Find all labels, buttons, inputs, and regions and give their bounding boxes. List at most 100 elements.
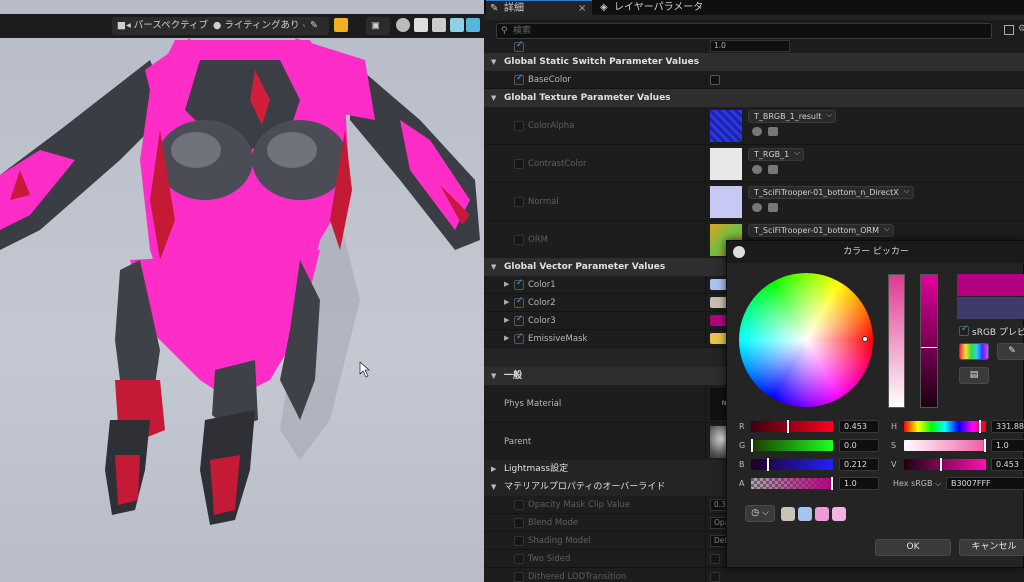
srgb-preview-checkbox[interactable] <box>959 324 969 336</box>
override-checkbox[interactable] <box>514 278 524 290</box>
channel-h-input[interactable]: 331.888 <box>991 420 1024 433</box>
lighting-dropdown[interactable]: ● ライティングあり ⌵ <box>208 17 315 35</box>
cube-blue-icon[interactable] <box>450 18 464 32</box>
checkbox[interactable] <box>514 40 524 52</box>
texture-thumbnail[interactable] <box>710 148 742 180</box>
recent-colors-dropdown[interactable]: ◷ ⌵ <box>745 505 775 522</box>
viewport[interactable]: ■◂ パースペクティブ ⌵ ● ライティングあり ⌵ ✎ ▣ <box>0 0 484 582</box>
eraser-icon[interactable] <box>414 18 428 32</box>
recent-color-swatch[interactable] <box>832 507 846 521</box>
row-label-cell: ORM <box>484 221 706 258</box>
channel-r-input[interactable]: 0.453 <box>839 420 879 433</box>
value-checkbox[interactable] <box>710 572 720 582</box>
layers-icon: ◈ <box>600 2 608 13</box>
hex-input[interactable]: B3007FFF <box>946 477 1024 490</box>
slider-thumb[interactable] <box>787 420 789 433</box>
override-checkbox[interactable] <box>514 332 524 344</box>
row-label-cell: ▶ Color3 <box>484 312 706 329</box>
saturation-slider[interactable] <box>888 274 905 408</box>
slider-thumb[interactable] <box>984 439 986 452</box>
channel-s-input[interactable]: 1.0 <box>991 439 1024 452</box>
recent-color-swatch[interactable] <box>781 507 795 521</box>
perspective-label: パースペクティブ <box>133 20 209 31</box>
snap-icon[interactable] <box>334 18 348 32</box>
override-checkbox[interactable] <box>514 554 524 564</box>
ok-button[interactable]: OK <box>875 539 951 556</box>
channel-g-input[interactable]: 0.0 <box>839 439 879 452</box>
folder-icon[interactable] <box>768 203 778 212</box>
texture-thumbnail[interactable] <box>710 186 742 218</box>
browse-icon[interactable] <box>752 127 762 136</box>
expand-arrow-icon[interactable]: ▶ <box>504 280 509 288</box>
color-themes-button[interactable] <box>959 343 989 360</box>
browse-icon[interactable] <box>752 165 762 174</box>
override-checkbox[interactable] <box>514 235 524 245</box>
slider-thumb[interactable] <box>831 477 833 490</box>
value-slider[interactable] <box>920 274 938 408</box>
channel-a-slider[interactable] <box>751 477 833 490</box>
close-icon[interactable]: × <box>578 1 586 16</box>
collapse-arrow-icon: ▼ <box>491 483 497 491</box>
channel-v-input[interactable]: 0.453 <box>991 458 1024 471</box>
channel-v-slider[interactable] <box>904 458 986 471</box>
slider-thumb[interactable] <box>940 458 942 471</box>
override-checkbox[interactable] <box>514 572 524 582</box>
dialog-title-bar[interactable]: カラー ピッカー <box>727 241 1024 263</box>
override-checkbox[interactable] <box>514 296 524 308</box>
override-checkbox[interactable] <box>514 73 524 85</box>
texture-asset-dropdown[interactable]: T_RGB_1 <box>748 147 805 161</box>
texture-asset-dropdown[interactable]: T_SciFiTrooper-01_bottom_ORM <box>748 223 894 237</box>
texture-asset-dropdown[interactable]: T_SciFiTrooper-01_bottom_n_DirectX <box>748 185 914 199</box>
override-checkbox[interactable] <box>514 121 524 131</box>
grid-view-icon[interactable] <box>1004 25 1014 35</box>
expand-arrow-icon[interactable]: ▶ <box>504 334 509 342</box>
param-label: Blend Mode <box>528 518 579 528</box>
value-slider-thumb[interactable] <box>921 347 937 348</box>
cube-icon[interactable] <box>432 18 446 32</box>
expand-arrow-icon[interactable]: ▶ <box>504 316 509 324</box>
eyedropper-button[interactable]: ✎ <box>997 343 1024 360</box>
folder-icon[interactable] <box>768 127 778 136</box>
slider-thumb[interactable] <box>751 439 753 452</box>
recent-color-swatch[interactable] <box>798 507 812 521</box>
search-input[interactable]: ⚲ 検索 <box>496 23 992 39</box>
channel-g-slider[interactable] <box>751 439 833 452</box>
sphere-icon[interactable] <box>396 18 410 32</box>
hex-mode-dropdown[interactable]: Hex sRGB ⌵ <box>893 479 941 489</box>
channel-r-slider[interactable] <box>751 420 833 433</box>
show-flags-button[interactable]: ▣ <box>366 17 390 35</box>
grid-icon[interactable] <box>466 18 480 32</box>
tab-details[interactable]: ✎ 詳細 × <box>486 0 592 15</box>
texture-asset-dropdown[interactable]: T_BRGB_1_result <box>748 109 837 123</box>
slider-thumb[interactable] <box>767 458 769 471</box>
channel-b-input[interactable]: 0.212 <box>839 458 879 471</box>
channel-s-slider[interactable] <box>904 439 986 452</box>
channel-a-input[interactable]: 1.0 <box>839 477 879 490</box>
cancel-button[interactable]: キャンセル <box>959 539 1024 556</box>
channel-b-slider[interactable] <box>751 458 833 471</box>
override-checkbox[interactable] <box>514 159 524 169</box>
override-checkbox[interactable] <box>514 500 524 510</box>
override-checkbox[interactable] <box>514 197 524 207</box>
channel-h-slider[interactable] <box>904 420 986 433</box>
color-wheel[interactable] <box>739 273 873 407</box>
perspective-dropdown[interactable]: ■◂ パースペクティブ ⌵ <box>112 17 224 35</box>
section-texture[interactable]: ▼ Global Texture Parameter Values <box>484 89 1024 107</box>
override-checkbox[interactable] <box>514 314 524 326</box>
section-static-switch[interactable]: ▼ Global Static Switch Parameter Values <box>484 53 1024 71</box>
color-spinner-button[interactable]: ▤ <box>959 367 989 384</box>
color-wheel-selector[interactable] <box>862 336 868 342</box>
settings-icon[interactable]: ⚙ <box>1018 24 1024 34</box>
slider-thumb[interactable] <box>979 420 981 433</box>
value-checkbox[interactable] <box>710 554 720 564</box>
expand-arrow-icon[interactable]: ▶ <box>504 298 509 306</box>
texture-thumbnail[interactable] <box>710 110 742 142</box>
recent-color-swatch[interactable] <box>815 507 829 521</box>
tab-layer-params[interactable]: ◈ レイヤーパラメータ <box>596 0 716 15</box>
browse-icon[interactable] <box>752 203 762 212</box>
folder-icon[interactable] <box>768 165 778 174</box>
override-checkbox[interactable] <box>514 518 524 528</box>
value-checkbox[interactable] <box>710 75 720 85</box>
override-checkbox[interactable] <box>514 536 524 546</box>
transform-mode-button[interactable]: ✎ <box>305 17 329 35</box>
